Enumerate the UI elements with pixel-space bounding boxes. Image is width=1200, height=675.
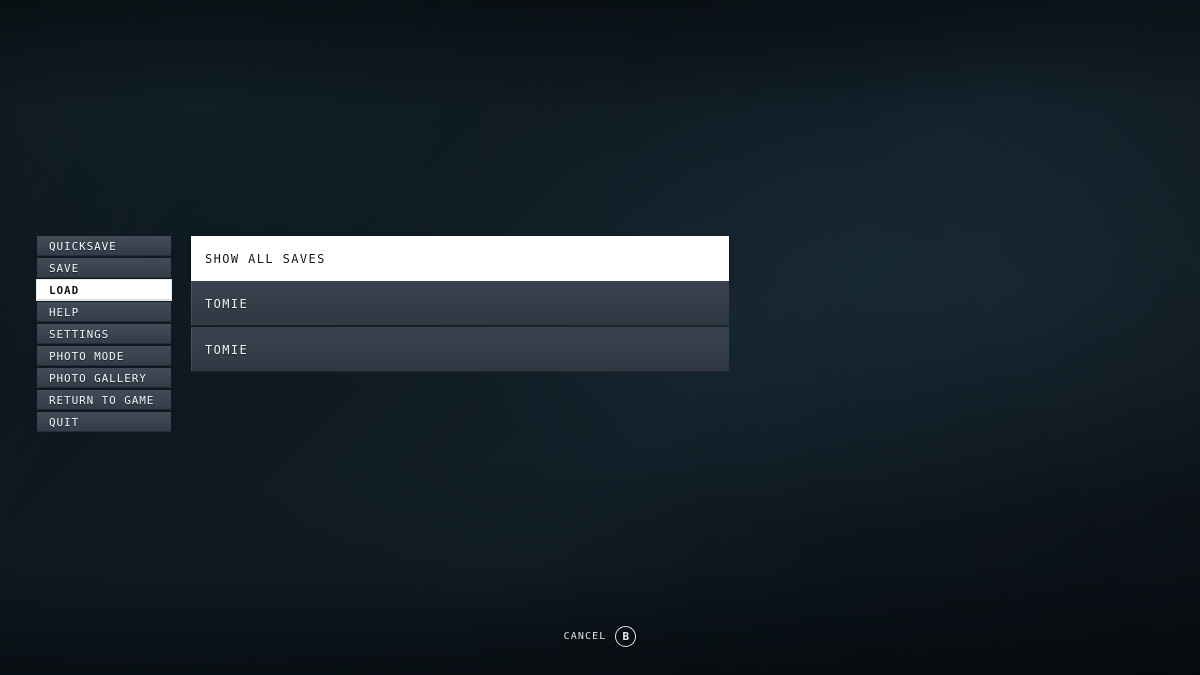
sidebar-item-label: LOAD [49,284,80,297]
save-slot-row[interactable]: TOMIE [191,327,729,372]
game-menu-screen: QUICKSAVE SAVE LOAD HELP SETTINGS PHOTO … [0,0,1200,675]
sidebar-item-photo-mode[interactable]: PHOTO MODE [37,346,171,366]
sidebar-item-return-to-game[interactable]: RETURN TO GAME [37,390,171,410]
sidebar-item-save[interactable]: SAVE [37,258,171,278]
pause-menu-sidebar: QUICKSAVE SAVE LOAD HELP SETTINGS PHOTO … [37,236,171,434]
sidebar-item-label: PHOTO GALLERY [49,372,147,385]
sidebar-item-label: RETURN TO GAME [49,394,155,407]
sidebar-item-help[interactable]: HELP [37,302,171,322]
sidebar-item-label: SAVE [49,262,80,275]
sidebar-item-photo-gallery[interactable]: PHOTO GALLERY [37,368,171,388]
footer-button-prompts: CANCEL B [0,626,1200,647]
sidebar-item-label: HELP [49,306,80,319]
show-all-saves-label: SHOW ALL SAVES [205,251,326,266]
sidebar-item-settings[interactable]: SETTINGS [37,324,171,344]
sidebar-item-label: SETTINGS [49,328,110,341]
sidebar-item-quicksave[interactable]: QUICKSAVE [37,236,171,256]
b-button-icon[interactable]: B [615,626,637,647]
sidebar-item-label: QUICKSAVE [49,240,117,253]
sidebar-item-load[interactable]: LOAD [37,280,171,300]
cancel-prompt-label: CANCEL [563,631,607,642]
save-slot-label: TOMIE [205,296,249,311]
sidebar-item-label: QUIT [49,416,80,429]
save-slot-label: TOMIE [205,342,249,357]
save-slot-row[interactable]: TOMIE [191,281,729,326]
show-all-saves-button[interactable]: SHOW ALL SAVES [191,236,729,281]
sidebar-item-label: PHOTO MODE [49,350,125,363]
save-list-panel: SHOW ALL SAVES TOMIE TOMIE [191,236,729,372]
sidebar-item-quit[interactable]: QUIT [37,412,171,432]
